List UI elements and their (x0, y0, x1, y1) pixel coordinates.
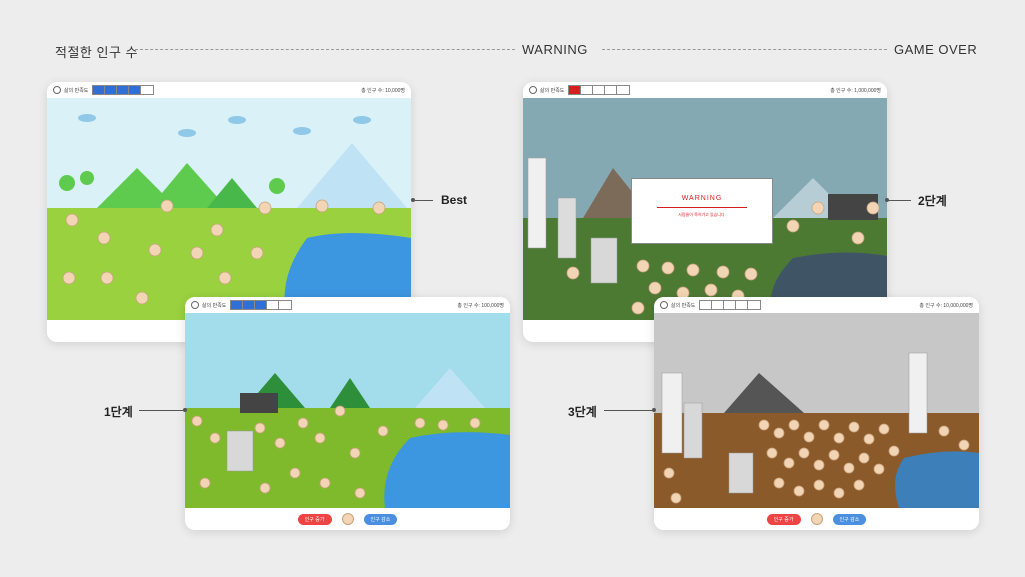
label-stage1: 1단계 (104, 405, 133, 419)
decrease-button[interactable]: 인구 감소 (832, 513, 867, 525)
status-bar: 삶의 만족도 총 인구 수: 1,000,000명 (523, 82, 887, 98)
population-count: 총 인구 수: 10,000명 (361, 87, 405, 94)
warning-title: WARNING (681, 195, 723, 202)
satisfaction-meter (92, 85, 155, 95)
increase-button[interactable]: 인구 증가 (297, 513, 332, 525)
face-icon (53, 86, 61, 94)
header-right: GAME OVER (894, 42, 978, 57)
callout-line (604, 410, 654, 411)
bar-title: 삶의 만족도 (202, 302, 227, 309)
callout-line (413, 200, 433, 201)
callout-line (887, 200, 911, 201)
header-middle: WARNING (522, 42, 588, 57)
status-bar: 삶의 만족도 총 인구 수: 100,000명 (185, 297, 510, 313)
label-stage2: 2단계 (918, 194, 947, 208)
scene-best (47, 98, 411, 320)
satisfaction-meter (230, 300, 293, 310)
bottom-controls: 인구 증가 인구 감소 (185, 508, 510, 530)
label-stage3: 3단계 (568, 405, 597, 419)
label-best: Best (441, 193, 468, 207)
status-bar: 삶의 만족도 총 인구 수: 10,000명 (47, 82, 411, 98)
header-dash (135, 49, 515, 50)
scene-stage1 (185, 313, 510, 508)
warning-divider (657, 207, 747, 208)
panel-stage1: 삶의 만족도 총 인구 수: 100,000명 인구 증가 인구 감소 (185, 297, 510, 530)
comparison-stage: 적절한 인구 수 WARNING GAME OVER 삶의 만족도 총 인구 수… (0, 0, 1025, 577)
face-icon (660, 301, 668, 309)
bottom-controls: 인구 증가 인구 감소 (654, 508, 979, 530)
population-count: 총 인구 수: 1,000,000명 (830, 87, 881, 94)
bar-title: 삶의 만족도 (64, 87, 89, 94)
population-count: 총 인구 수: 100,000명 (457, 302, 504, 309)
bar-title: 삶의 만족도 (540, 87, 565, 94)
header-left: 적절한 인구 수 (55, 45, 138, 60)
callout-dot (183, 408, 187, 412)
decrease-button[interactable]: 인구 감소 (363, 513, 398, 525)
status-bar: 삶의 만족도 총 인구 수: 10,000,000명 (654, 297, 979, 313)
population-count: 총 인구 수: 10,000,000명 (919, 302, 973, 309)
scene-stage3 (654, 313, 979, 508)
increase-button[interactable]: 인구 증가 (766, 513, 801, 525)
warning-text: 사람들이 죽어가고 있습니다. (678, 212, 726, 217)
bar-title: 삶의 만족도 (671, 302, 696, 309)
baby-icon (810, 513, 823, 525)
satisfaction-meter (699, 300, 762, 310)
face-icon (191, 301, 199, 309)
callout-line (139, 410, 185, 411)
header-dash (602, 49, 887, 50)
baby-icon (341, 513, 354, 525)
face-icon (529, 86, 537, 94)
callout-dot (652, 408, 656, 412)
satisfaction-meter (568, 85, 631, 95)
warning-dialog: WARNING 사람들이 죽어가고 있습니다. (631, 178, 773, 244)
panel-stage3: 삶의 만족도 총 인구 수: 10,000,000명 인구 증가 인구 감소 (654, 297, 979, 530)
